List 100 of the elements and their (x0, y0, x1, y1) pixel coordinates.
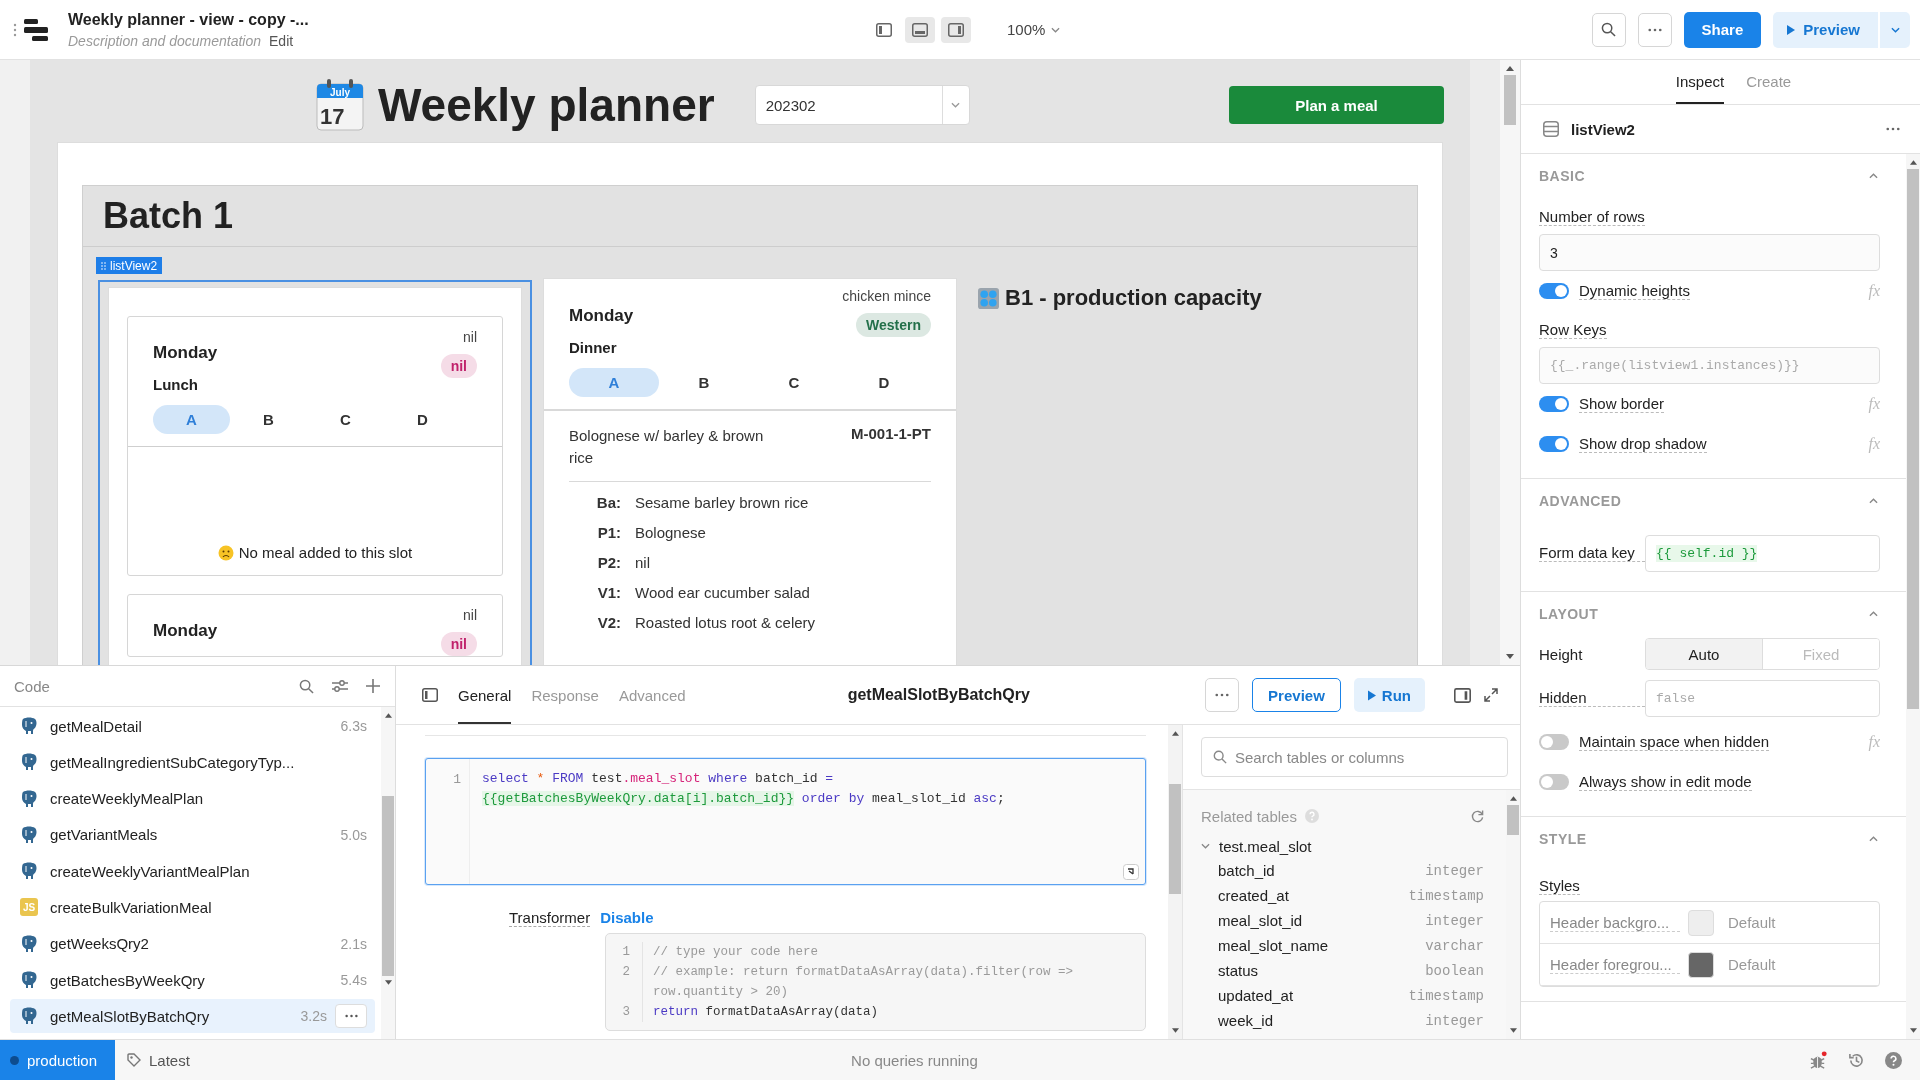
query-item[interactable]: createWeeklyVariantMealPlan (10, 854, 375, 889)
variant-tab[interactable]: B (659, 368, 749, 397)
scrollbar-thumb[interactable] (382, 796, 394, 976)
logo-icon[interactable] (24, 18, 48, 41)
sidebar-toggle-icon[interactable] (422, 688, 438, 702)
variant-tab[interactable]: C (749, 368, 839, 397)
column-type: boolean (1425, 962, 1484, 979)
scroll-up-icon[interactable] (1509, 796, 1517, 801)
refresh-icon[interactable] (1471, 809, 1484, 823)
query-item[interactable]: getVariantMeals 5.0s (10, 817, 375, 852)
scroll-up-icon[interactable] (1909, 160, 1917, 165)
plan-meal-button[interactable]: Plan a meal (1229, 86, 1444, 124)
text-field[interactable]: 3 (1539, 234, 1880, 271)
toggle-switch[interactable] (1539, 774, 1569, 790)
style-name: Header backgro... (1550, 913, 1680, 932)
component-key: V2: (569, 608, 621, 638)
query-item[interactable]: createWeeklyMealPlan (10, 781, 375, 816)
run-time: 5.0s (340, 826, 367, 843)
search-icon[interactable] (299, 678, 314, 694)
more-icon (1215, 693, 1230, 697)
search-field[interactable]: Search tables or columns (1201, 737, 1508, 777)
text-field[interactable]: false (1645, 679, 1880, 717)
format-icon[interactable] (1123, 864, 1139, 880)
scroll-up-icon[interactable] (384, 713, 392, 718)
query-item[interactable]: getMealIngredientSubCategoryTyp... (10, 745, 375, 780)
component-key: P2: (569, 548, 621, 578)
help-icon[interactable] (1885, 1051, 1902, 1069)
frown-face-icon (217, 545, 234, 561)
drag-handle-icon[interactable] (13, 22, 17, 37)
plus-icon[interactable] (366, 679, 380, 693)
variant-tab[interactable]: D (384, 405, 461, 434)
toggle-switch[interactable] (1539, 734, 1569, 750)
history-icon[interactable] (1848, 1051, 1865, 1069)
scrollbar-thumb[interactable] (1507, 805, 1519, 835)
run-button[interactable]: Run (1353, 678, 1425, 712)
right-panel-toggle[interactable] (941, 16, 971, 43)
edit-link[interactable]: Edit (269, 32, 294, 49)
scroll-up-icon[interactable] (1506, 66, 1514, 71)
scroll-down-icon[interactable] (384, 980, 392, 985)
panel-toggle-icon[interactable] (1454, 687, 1471, 703)
table-tree-item[interactable]: test.meal_slot (1201, 834, 1484, 858)
more-button[interactable] (335, 1004, 367, 1029)
empty-message: No meal added to this slot (238, 544, 413, 561)
scroll-down-icon[interactable] (1506, 654, 1514, 659)
scrollbar-thumb[interactable] (1504, 75, 1516, 125)
meal-code: M-001-1-PT (850, 425, 931, 442)
query-item[interactable]: getBatchesByWeekQry 5.4s (10, 963, 375, 998)
query-item[interactable]: getMealDetail 6.3s (10, 709, 375, 743)
more-icon (1647, 27, 1662, 32)
color-swatch[interactable] (1688, 909, 1714, 936)
editor-tab[interactable]: General (458, 666, 512, 724)
scrollbar[interactable] (1500, 60, 1520, 665)
section-heading: Related tables (1201, 807, 1297, 825)
play-icon (1367, 689, 1376, 701)
scrollbar-thumb[interactable] (1169, 784, 1181, 894)
search-button[interactable] (1591, 12, 1626, 47)
inspector-tab[interactable]: Inspect (1675, 60, 1725, 104)
variant-tab[interactable]: C (307, 405, 384, 434)
meal-label: Dinner (569, 339, 618, 356)
segment-option[interactable]: Auto (1646, 639, 1762, 669)
query-item[interactable]: getMealSlotByBatchQry 3.2s (10, 999, 375, 1034)
scrollbar[interactable] (1906, 154, 1920, 1039)
color-swatch[interactable] (1688, 951, 1714, 978)
bug-icon[interactable] (1809, 1050, 1828, 1070)
bottom-panel-toggle[interactable] (905, 16, 935, 43)
scrollbar-thumb[interactable] (1907, 169, 1919, 709)
selected-list-view[interactable]: Monday Lunch nil nil A B C D No meal added to this slot Monday nil nil (98, 280, 532, 665)
variant-tab[interactable]: D (839, 368, 929, 397)
sql-editor[interactable]: 1 select * FROM test.meal_slot where batch_id = {{getBatchesByWeekQry.data[i].batch_id}} order by meal_slot_id asc; (425, 758, 1146, 885)
toggle-switch[interactable] (1539, 436, 1569, 452)
expand-icon[interactable] (1484, 688, 1498, 702)
scroll-down-icon[interactable] (1909, 1028, 1917, 1033)
toggle-switch[interactable] (1539, 283, 1569, 299)
text-field[interactable]: {{_.range(listview1.instances)}} (1539, 347, 1880, 384)
elephant-icon (20, 753, 38, 772)
query-item[interactable]: getWeeksQry2 2.1s (10, 926, 375, 961)
column-type: varchar (1425, 937, 1484, 954)
selection-label[interactable]: listView2 (96, 257, 163, 274)
disable-link[interactable]: Disable (600, 909, 654, 927)
variant-tab[interactable]: B (230, 405, 307, 434)
scroll-down-icon[interactable] (1171, 1028, 1179, 1033)
filter-icon[interactable] (332, 679, 348, 693)
zoom-dropdown[interactable]: 100% (1007, 21, 1061, 38)
query-item[interactable]: JS createBulkVariationMeal (10, 890, 375, 925)
transformer-editor[interactable]: 1 // type your code here 2 // example: return formatDataAsArray(data).filter(row => row.quantity > 20) 3 return formatDataAsArray(data) (605, 933, 1146, 1031)
version-label[interactable]: Latest (149, 1051, 190, 1069)
preview-button[interactable]: Preview (1773, 11, 1878, 48)
toggle-switch[interactable] (1539, 396, 1569, 412)
scrollbar[interactable] (1168, 725, 1182, 1039)
week-select[interactable]: 202302 (754, 85, 970, 125)
share-button[interactable]: Share (1683, 11, 1762, 48)
more-icon[interactable] (1886, 127, 1900, 131)
column-name: created_at (1218, 887, 1289, 904)
scroll-down-icon[interactable] (1509, 1028, 1517, 1033)
preview-button[interactable]: Preview (1252, 678, 1341, 712)
scrollbar[interactable] (381, 707, 395, 1039)
js-badge: JS (20, 898, 38, 917)
code-line: // example: return formatDataAsArray(data).filter(row => row.quantity > 20) (642, 962, 1098, 1002)
scroll-up-icon[interactable] (1171, 731, 1179, 736)
environment-badge[interactable]: production (0, 1040, 115, 1080)
